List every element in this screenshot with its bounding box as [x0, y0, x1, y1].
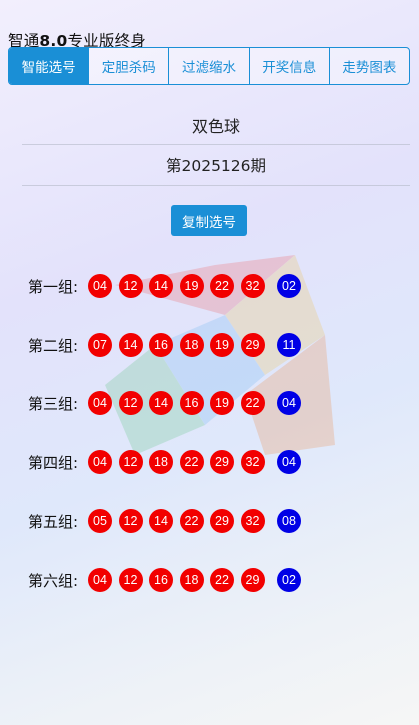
issue-number: 第2025126期 [165, 157, 267, 175]
red-ball: 18 [179, 568, 204, 592]
red-ball: 12 [118, 274, 143, 298]
group-label: 第四组: [28, 453, 79, 472]
red-ball: 12 [118, 568, 143, 592]
red-ball: 12 [118, 391, 143, 415]
blue-ball: 08 [277, 509, 301, 533]
red-ball: 16 [149, 568, 173, 592]
tab-filter-reduce[interactable]: 过滤缩水 [168, 48, 248, 84]
red-ball: 05 [88, 509, 112, 533]
pick-group-row: 第四组: 04 12 18 22 29 32 04 [28, 449, 308, 475]
pick-group-row: 第一组: 04 12 14 19 22 32 02 [28, 273, 308, 299]
red-ball: 29 [240, 568, 265, 592]
red-ball: 12 [118, 509, 143, 533]
red-ball: 04 [88, 568, 112, 592]
red-ball: 14 [149, 391, 173, 415]
red-ball: 16 [179, 391, 204, 415]
red-ball: 14 [149, 274, 173, 298]
pick-group-row: 第二组: 07 14 16 18 19 29 11 [28, 332, 308, 358]
divider [22, 185, 410, 186]
tab-bar: 智能选号 定胆杀码 过滤缩水 开奖信息 走势图表 [8, 47, 410, 85]
red-ball: 22 [179, 450, 204, 474]
group-label: 第三组: [28, 394, 79, 413]
red-ball: 16 [149, 333, 173, 357]
tab-draw-info[interactable]: 开奖信息 [248, 48, 329, 84]
red-ball: 22 [240, 391, 265, 415]
blue-ball: 11 [277, 333, 301, 357]
tab-fixed-kill[interactable]: 定胆杀码 [88, 48, 168, 84]
red-ball: 18 [149, 450, 173, 474]
red-ball: 32 [240, 450, 265, 474]
red-ball: 22 [210, 274, 234, 298]
red-ball: 18 [179, 333, 204, 357]
red-ball: 32 [240, 274, 265, 298]
group-label: 第六组: [28, 571, 79, 590]
red-ball: 29 [210, 509, 234, 533]
red-ball: 04 [88, 391, 112, 415]
group-label: 第五组: [28, 512, 79, 531]
red-ball: 04 [88, 274, 112, 298]
pick-group-row: 第五组: 05 12 14 22 29 32 08 [28, 508, 308, 534]
red-ball: 22 [179, 509, 204, 533]
red-ball: 22 [210, 568, 234, 592]
red-ball: 32 [240, 509, 265, 533]
group-label: 第二组: [28, 336, 79, 355]
red-ball: 12 [118, 450, 143, 474]
red-ball: 14 [118, 333, 143, 357]
red-ball: 19 [179, 274, 204, 298]
red-ball: 07 [88, 333, 112, 357]
red-ball: 29 [210, 450, 234, 474]
tab-trend-chart[interactable]: 走势图表 [328, 48, 409, 84]
pick-group-row: 第六组: 04 12 16 18 22 29 02 [28, 567, 308, 593]
blue-ball: 02 [277, 274, 301, 298]
tab-smart-pick[interactable]: 智能选号 [9, 48, 89, 84]
red-ball: 14 [149, 509, 173, 533]
blue-ball: 04 [277, 391, 301, 415]
red-ball: 04 [88, 450, 112, 474]
pick-group-row: 第三组: 04 12 14 16 19 22 04 [28, 390, 308, 416]
red-ball: 19 [210, 391, 234, 415]
copy-picks-button[interactable]: 复制选号 [171, 205, 247, 236]
red-ball: 19 [210, 333, 234, 357]
divider [22, 144, 410, 145]
red-ball: 29 [240, 333, 265, 357]
group-label: 第一组: [28, 277, 79, 296]
lottery-name: 双色球 [191, 117, 240, 136]
blue-ball: 02 [277, 568, 301, 592]
blue-ball: 04 [277, 450, 301, 474]
